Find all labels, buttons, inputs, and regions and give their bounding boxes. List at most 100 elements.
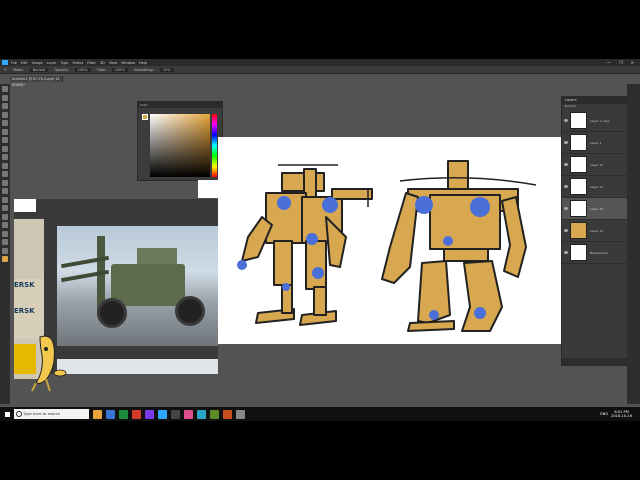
- maximize-icon[interactable]: ❐: [619, 60, 623, 65]
- gradient-tool-icon[interactable]: [2, 179, 8, 186]
- layer-name: Background: [590, 250, 608, 255]
- document-tab[interactable]: Untitled-1 @ 67.2% (Layer 10, RGB/8)*: [10, 76, 63, 87]
- menu-help[interactable]: Help: [139, 61, 147, 65]
- taskbar-app-icon[interactable]: [236, 409, 245, 419]
- crop-tool-icon[interactable]: [2, 120, 8, 126]
- layer-name: Layer 1 copy: [590, 118, 610, 123]
- quick-select-tool-icon[interactable]: [2, 111, 8, 118]
- taskbar-app-icon[interactable]: [106, 409, 115, 419]
- menu-window[interactable]: Window: [121, 61, 135, 65]
- blur-tool-icon[interactable]: [2, 188, 8, 194]
- zoom-tool-icon[interactable]: [2, 247, 8, 254]
- saturation-brightness-field[interactable]: [150, 114, 210, 177]
- search-icon: [16, 411, 22, 417]
- taskbar-app-icon[interactable]: [184, 409, 193, 419]
- taskbar-clock[interactable]: 6:01 PM 2018-10-16: [611, 410, 632, 418]
- brush-tool-icon[interactable]: [2, 145, 8, 152]
- history-brush-tool-icon[interactable]: [2, 162, 8, 169]
- reference-bottom-photo: [57, 359, 218, 374]
- hue-slider[interactable]: [212, 114, 217, 177]
- opacity-field[interactable]: 100%: [74, 67, 91, 72]
- layers-panel: Layers Normal Layer 1 copy Layer 1 Layer…: [561, 96, 628, 366]
- menu-image[interactable]: Image: [32, 61, 43, 65]
- smoothing-field[interactable]: 10%: [159, 67, 174, 72]
- stamp-tool-icon[interactable]: [2, 154, 8, 160]
- foreground-color-swatch[interactable]: [2, 256, 8, 262]
- brush-tool-icon[interactable]: ✎: [4, 68, 7, 72]
- menu-3d[interactable]: 3D: [100, 61, 105, 65]
- eye-icon[interactable]: [564, 185, 568, 188]
- drawing-canvas[interactable]: [218, 137, 561, 344]
- move-tool-icon[interactable]: [2, 86, 8, 92]
- eye-icon[interactable]: [564, 119, 568, 122]
- taskbar-app-icon[interactable]: [223, 409, 232, 419]
- dodge-tool-icon[interactable]: [2, 196, 8, 203]
- hand-tool-icon[interactable]: [2, 239, 8, 245]
- layers-panel-title: Layers: [562, 96, 628, 104]
- canvas-white-patch: [198, 180, 218, 198]
- mode-label: Mode:: [12, 67, 24, 72]
- eye-icon[interactable]: [564, 163, 568, 166]
- layer-thumbnail: [570, 112, 587, 129]
- eye-icon[interactable]: [564, 251, 568, 254]
- menu-file[interactable]: File: [11, 61, 17, 65]
- healing-tool-icon[interactable]: [2, 137, 8, 143]
- eye-icon[interactable]: [564, 141, 568, 144]
- lasso-tool-icon[interactable]: [2, 103, 8, 109]
- taskbar-app-icon[interactable]: [210, 409, 219, 419]
- eye-icon[interactable]: [564, 229, 568, 232]
- minimize-icon[interactable]: —: [607, 60, 611, 65]
- menu-layer[interactable]: Layer: [47, 61, 57, 65]
- eraser-tool-icon[interactable]: [2, 171, 8, 177]
- layer-row[interactable]: Layer 1 copy: [562, 110, 628, 132]
- layer-row[interactable]: Layer 12: [562, 154, 628, 176]
- reference-white-area: [14, 199, 36, 212]
- layer-thumbnail: [570, 134, 587, 151]
- opacity-label: Opacity:: [54, 67, 69, 72]
- marquee-tool-icon[interactable]: [2, 94, 8, 101]
- mode-select[interactable]: Normal: [29, 67, 49, 72]
- eyedropper-tool-icon[interactable]: [2, 128, 8, 135]
- taskbar-app-icon[interactable]: [158, 409, 167, 419]
- layer-row[interactable]: Layer 13: [562, 220, 628, 242]
- path-select-tool-icon[interactable]: [2, 222, 8, 228]
- taskbar-app-icon[interactable]: [171, 409, 180, 419]
- menu-filter[interactable]: Filter: [87, 61, 96, 65]
- close-icon[interactable]: ✕: [631, 60, 634, 65]
- layers-panel-footer: [562, 358, 628, 366]
- menu-edit[interactable]: Edit: [21, 61, 28, 65]
- taskbar-app-icon[interactable]: [119, 409, 128, 419]
- menu-type[interactable]: Type: [60, 61, 68, 65]
- photoshop-logo-icon[interactable]: [2, 60, 8, 65]
- layer-name: Layer 1: [590, 140, 602, 145]
- type-tool-icon[interactable]: [2, 213, 8, 220]
- pen-tool-icon[interactable]: [2, 205, 8, 211]
- layer-thumbnail: [570, 244, 587, 261]
- taskbar-search-box[interactable]: Type here to search: [14, 409, 89, 419]
- layer-row[interactable]: Layer 1: [562, 132, 628, 154]
- layer-thumbnail: [570, 222, 587, 239]
- taskbar-app-icon[interactable]: [93, 409, 102, 419]
- language-indicator[interactable]: ENG: [600, 412, 608, 416]
- layer-name: Layer 10: [590, 206, 604, 211]
- eye-icon[interactable]: [564, 207, 568, 210]
- layer-thumbnail: [570, 156, 587, 173]
- shape-tool-icon[interactable]: [2, 230, 8, 237]
- layer-row[interactable]: Layer 11: [562, 176, 628, 198]
- forklift-front-wheel: [97, 298, 127, 328]
- smoothing-label: Smoothing:: [133, 67, 154, 72]
- windows-start-button[interactable]: [2, 409, 12, 419]
- taskbar-app-icon[interactable]: [197, 409, 206, 419]
- menu-select[interactable]: Select: [72, 61, 83, 65]
- forklift-body: [111, 264, 185, 306]
- foreground-swatch[interactable]: [142, 114, 148, 120]
- menu-view[interactable]: View: [109, 61, 117, 65]
- taskbar-app-icon[interactable]: [145, 409, 154, 419]
- taskbar-app-icon[interactable]: [132, 409, 141, 419]
- system-tray: ENG 6:01 PM 2018-10-16: [600, 410, 640, 418]
- clock-date: 2018-10-16: [611, 414, 632, 418]
- layer-row[interactable]: Background: [562, 242, 628, 264]
- layer-row-active[interactable]: Layer 10: [562, 198, 628, 220]
- flow-field[interactable]: 100%: [111, 67, 128, 72]
- windows-logo-icon: [4, 411, 10, 417]
